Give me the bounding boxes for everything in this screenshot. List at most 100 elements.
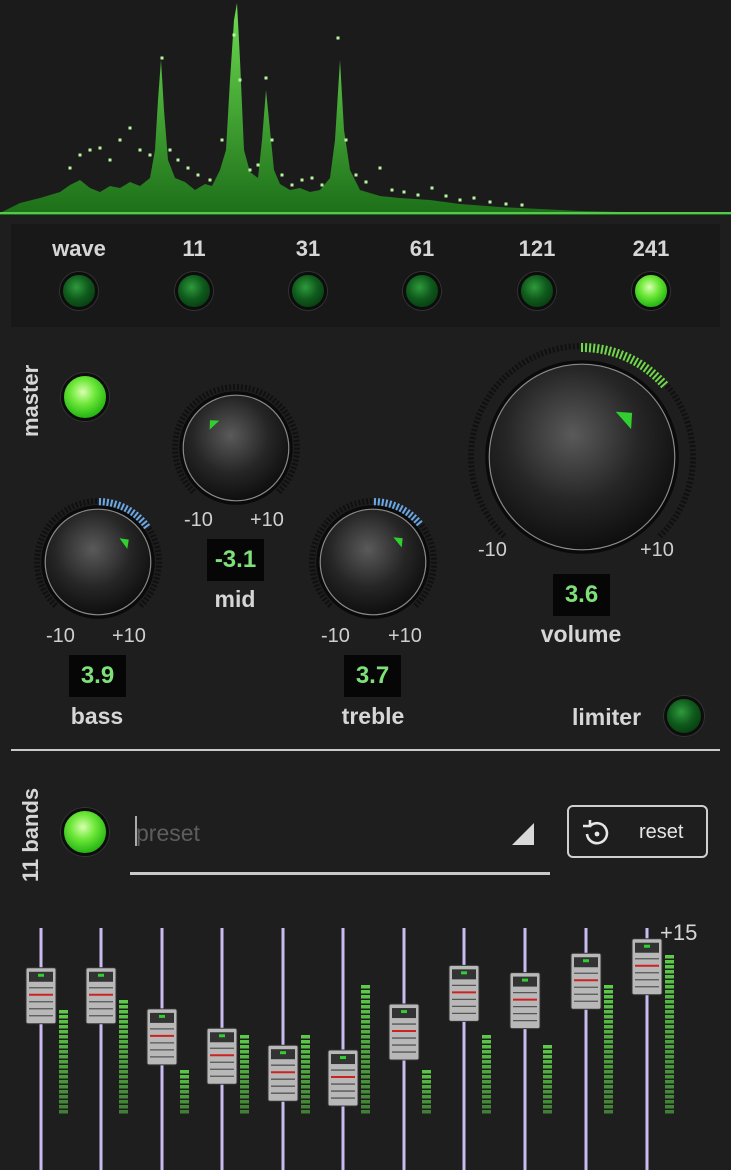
mid-knob[interactable] [170, 382, 302, 514]
bands-toggle[interactable] [61, 808, 109, 856]
eq-meter-segment [665, 965, 674, 969]
mode-11[interactable]: 11 [144, 224, 244, 315]
eq-meter-segment [240, 1050, 249, 1054]
eq-meter-segment [604, 1000, 613, 1004]
eq-meter-segment [361, 1025, 370, 1029]
eq-meter-segment [301, 1065, 310, 1069]
eq-meter-segment [482, 1065, 491, 1069]
eq-meter-segment [361, 995, 370, 999]
treble-label: treble [341, 703, 405, 729]
eq-meter-segment [604, 1030, 613, 1034]
eq-meter-segment [301, 1110, 310, 1114]
eq-meter-segment [180, 1095, 189, 1099]
eq-band-6[interactable] [327, 928, 370, 1170]
mode-wave-led[interactable] [60, 272, 98, 310]
mode-61-led[interactable] [403, 272, 441, 310]
bass-value: 3.9 [69, 655, 126, 697]
eq-meter-segment [604, 1035, 613, 1039]
eq-sliders [25, 928, 674, 1170]
eq-meter-segment [301, 1040, 310, 1044]
eq-meter-segment [543, 1110, 552, 1114]
eq-meter-segment [180, 1105, 189, 1109]
reset-button[interactable]: reset [567, 805, 708, 858]
eq-meter-segment [301, 1055, 310, 1059]
eq-meter-segment [119, 1080, 128, 1084]
limiter-toggle[interactable] [664, 696, 704, 736]
eq-meter-segment [119, 1020, 128, 1024]
eq-meter-segment [543, 1080, 552, 1084]
eq-meter-segment [119, 1090, 128, 1094]
mode-121[interactable]: 121 [487, 224, 587, 315]
eq-meter-segment [240, 1100, 249, 1104]
eq-meter-segment [665, 1050, 674, 1054]
mode-31-label: 31 [295, 236, 321, 261]
eq-slider-handle[interactable] [267, 1044, 299, 1102]
eq-band-8[interactable] [448, 928, 491, 1170]
mode-61[interactable]: 61 [372, 224, 472, 315]
eq-meter-segment [665, 970, 674, 974]
eq-band-9[interactable] [509, 928, 552, 1170]
eq-meter-segment [361, 1030, 370, 1034]
eq-band-11[interactable] [631, 928, 674, 1170]
eq-band-3[interactable] [146, 928, 189, 1170]
eq-meter-segment [665, 1035, 674, 1039]
eq-meter-segment [180, 1080, 189, 1084]
eq-meter-segment [604, 1085, 613, 1089]
mode-241[interactable]: 241 [601, 224, 701, 315]
eq-band-2[interactable] [85, 928, 128, 1170]
eq-meter-segment [59, 1035, 68, 1039]
eq-meter-segment [361, 1065, 370, 1069]
eq-slider-handle[interactable] [388, 1003, 420, 1061]
eq-meter-segment [240, 1055, 249, 1059]
mode-11-led[interactable] [175, 272, 213, 310]
eq-meter-segment [665, 1030, 674, 1034]
mode-31[interactable]: 31 [258, 224, 358, 315]
eq-meter-segment [543, 1050, 552, 1054]
eq-meter-segment [119, 1025, 128, 1029]
eq-meter-segment [604, 1050, 613, 1054]
preset-dropdown[interactable]: preset [130, 808, 550, 875]
eq-meter-segment [119, 1100, 128, 1104]
eq-meter-segment [240, 1105, 249, 1109]
eq-band-10[interactable] [570, 928, 613, 1170]
eq-slider-handle[interactable] [146, 1008, 178, 1066]
mode-241-led[interactable] [632, 272, 670, 310]
eq-meter-segment [240, 1090, 249, 1094]
eq-slider-handle[interactable] [570, 952, 602, 1010]
treble-knob[interactable] [307, 496, 439, 628]
eq-band-4[interactable] [206, 928, 249, 1170]
mode-121-led[interactable] [518, 272, 556, 310]
eq-band-1[interactable] [25, 928, 68, 1170]
eq-slider-handle[interactable] [631, 938, 663, 996]
eq-slider-handle[interactable] [509, 972, 541, 1030]
eq-meter-segment [482, 1095, 491, 1099]
eq-band-5[interactable] [267, 928, 310, 1170]
master-toggle[interactable] [61, 373, 109, 421]
treble-max-label: +10 [388, 625, 422, 647]
eq-meter-segment [422, 1070, 431, 1074]
eq-slider-handle[interactable] [25, 967, 57, 1025]
eq-meter-segment [543, 1095, 552, 1099]
eq-meter-segment [604, 1095, 613, 1099]
eq-meter-segment [119, 1000, 128, 1004]
eq-band-7[interactable] [388, 928, 431, 1170]
bass-label: bass [70, 703, 124, 729]
eq-meter-segment [482, 1050, 491, 1054]
eq-slider-handle[interactable] [448, 964, 480, 1022]
eq-meter-segment [119, 1105, 128, 1109]
reset-label: reset [639, 821, 684, 843]
eq-meter-segment [119, 1070, 128, 1074]
eq-meter-segment [665, 1105, 674, 1109]
eq-meter-segment [59, 1020, 68, 1024]
mode-31-led[interactable] [289, 272, 327, 310]
eq-slider-handle[interactable] [327, 1049, 359, 1107]
eq-slider-handle[interactable] [206, 1027, 238, 1085]
bass-knob[interactable] [32, 496, 164, 628]
eq-slider-handle[interactable] [85, 967, 117, 1025]
eq-meter-segment [604, 1090, 613, 1094]
eq-meter-segment [665, 985, 674, 989]
eq-meter-segment [665, 1005, 674, 1009]
eq-meter-segment [482, 1080, 491, 1084]
eq-meter-segment [59, 1095, 68, 1099]
mode-wave[interactable]: wave [29, 224, 129, 315]
